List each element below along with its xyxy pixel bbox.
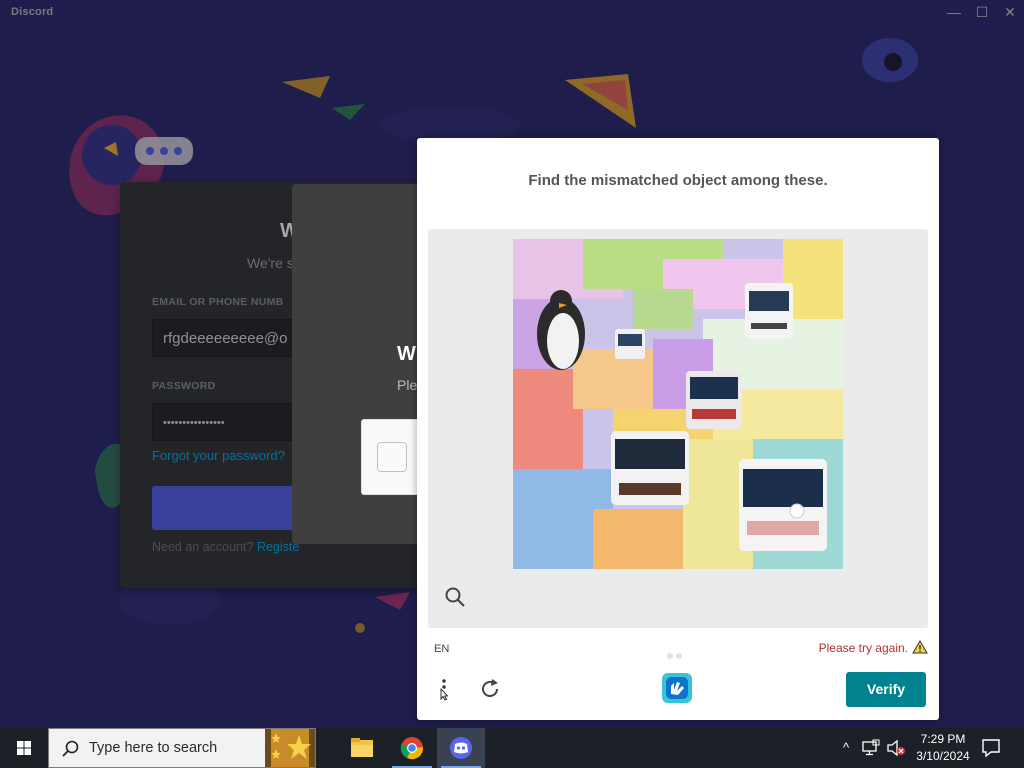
chrome-icon xyxy=(400,737,424,760)
language-selector[interactable]: EN xyxy=(434,643,449,655)
notification-center-icon[interactable] xyxy=(978,736,1004,760)
clock-date[interactable]: 3/10/2024 xyxy=(912,749,974,763)
bus-4 xyxy=(611,431,689,505)
modal-heading: W xyxy=(397,343,416,365)
clock-time[interactable]: 7:29 PM xyxy=(912,732,974,746)
hcaptcha-checkbox[interactable] xyxy=(377,442,407,472)
challenge-image[interactable] xyxy=(513,239,843,569)
tray-chevron-icon[interactable]: ^ xyxy=(838,738,854,758)
bus-2 xyxy=(615,329,645,359)
search-highlight-icon xyxy=(265,729,315,767)
search-placeholder: Type here to search xyxy=(89,740,218,756)
refresh-icon[interactable] xyxy=(478,677,502,701)
folder-icon xyxy=(351,738,373,757)
challenge-prompt: Find the mismatched object among these. xyxy=(528,172,828,189)
task-area xyxy=(428,229,928,628)
error-message: Please try again. xyxy=(818,641,908,655)
taskbar-file-explorer[interactable] xyxy=(338,728,386,768)
discord-icon xyxy=(450,737,472,759)
taskbar: Type here to search ^ 7:29 PM 3/10/2024 xyxy=(0,728,1024,768)
menu-dots-icon[interactable] xyxy=(437,677,451,701)
bus-3 xyxy=(686,371,742,429)
taskbar-discord[interactable] xyxy=(437,728,485,768)
windows-start-icon[interactable] xyxy=(0,728,48,768)
modal-subheading: Ple xyxy=(397,377,418,393)
page-dot xyxy=(676,653,682,659)
pagination-dots xyxy=(667,646,689,659)
warning-icon xyxy=(912,640,928,654)
challenge-image-art xyxy=(513,239,843,569)
zoom-icon[interactable] xyxy=(444,586,466,608)
verify-button[interactable]: Verify xyxy=(846,672,926,707)
page-dot xyxy=(667,653,673,659)
search-icon xyxy=(62,740,79,757)
captcha-challenge: Find the mismatched object among these. xyxy=(417,138,939,720)
network-icon[interactable] xyxy=(861,739,881,757)
volume-muted-icon[interactable] xyxy=(886,739,906,757)
taskbar-search-box[interactable]: Type here to search xyxy=(48,728,316,768)
bus-5 xyxy=(739,459,827,551)
hcaptcha-logo-icon xyxy=(662,673,692,703)
taskbar-chrome[interactable] xyxy=(388,728,436,768)
bus-1 xyxy=(745,283,793,339)
